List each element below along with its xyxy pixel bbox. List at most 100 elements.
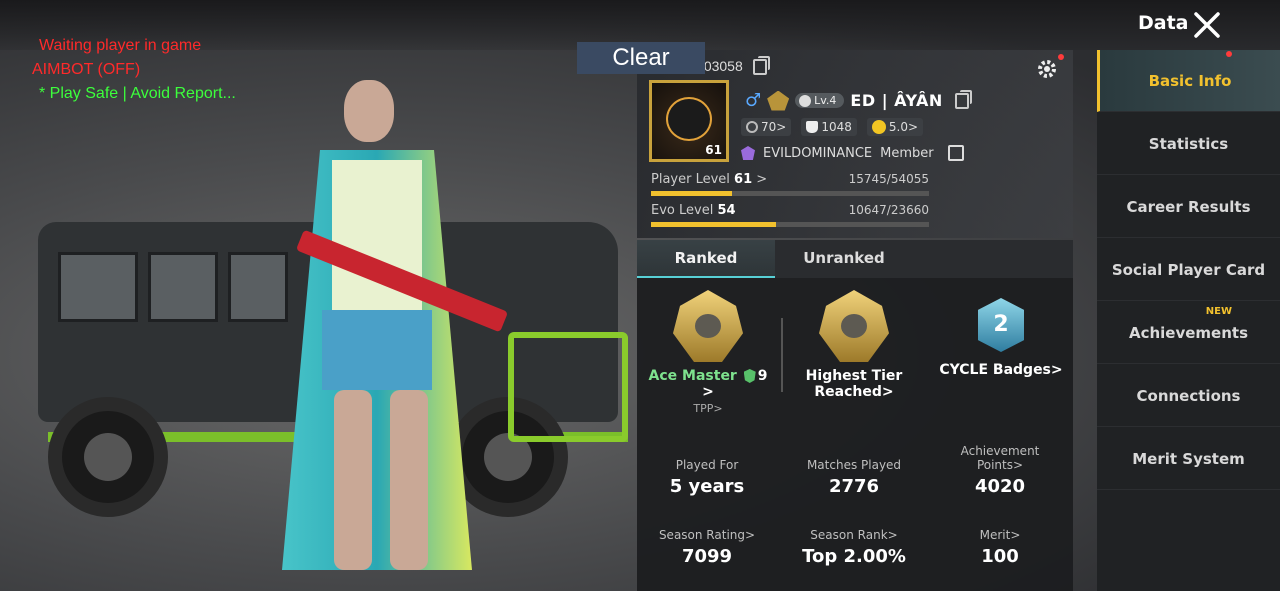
merit-label: Merit> [979, 528, 1021, 542]
smile-icon [871, 120, 886, 134]
player-name: ED | ÂYÂN [850, 91, 943, 110]
clan-row: EVILDOMINANCE Member [741, 145, 964, 161]
evo-level-label-text: Evo Level [651, 203, 714, 218]
shield-icon [743, 369, 756, 383]
highest-tier-label: Highest Tier Reached> [789, 368, 919, 400]
evo-level-fill [651, 222, 777, 227]
evo-level-value: 54 [717, 203, 736, 218]
matches-played-stat: Matches Played 2776 [784, 458, 924, 497]
new-badge: NEW [1205, 306, 1232, 317]
clan-icon [741, 146, 755, 160]
player-level-label: Player Level 61 > [651, 172, 767, 187]
jeep-window [58, 252, 138, 322]
sidebar-item-career-results[interactable]: Career Results [1097, 176, 1280, 238]
close-icon[interactable] [1192, 10, 1222, 40]
season-rank-value: Top 2.00% [802, 546, 906, 567]
character-leg [390, 390, 428, 570]
popularity-value: 70> [761, 120, 787, 134]
current-tier-label: Ace Master 9 > [643, 368, 773, 400]
likes-pill[interactable]: 1048 [801, 118, 857, 136]
clan-role: Member [880, 145, 934, 161]
achievement-points-stat[interactable]: Achievement Points> 4020 [930, 444, 1070, 497]
sidebar-item-merit-system[interactable]: Merit System [1097, 428, 1280, 490]
mode-tabs: Ranked Unranked [637, 240, 1073, 278]
thumbs-up-icon [806, 121, 819, 133]
matches-played-label: Matches Played [806, 458, 902, 472]
clear-button[interactable]: Clear [577, 42, 705, 74]
avatar-level: 61 [705, 143, 722, 157]
avatar-pumpkin [666, 97, 712, 141]
sidebar-item-achievements[interactable]: Achievements NEW [1097, 302, 1280, 364]
sidebar: Basic Info Statistics Career Results Soc… [1097, 50, 1280, 591]
ace-master-emblem [673, 290, 743, 362]
season-rating-stat[interactable]: Season Rating> 7099 [637, 528, 777, 567]
achievement-points-label-2: Points> [976, 458, 1024, 472]
played-for-stat: Played For 5 years [637, 458, 777, 497]
tab-unranked[interactable]: Unranked [775, 240, 913, 278]
sidebar-item-connections[interactable]: Connections [1097, 365, 1280, 427]
player-level-bar [651, 191, 929, 196]
evo-level-row: Evo Level 54 10647/23660 [651, 203, 929, 227]
avatar[interactable]: 61 [649, 80, 729, 162]
highest-tier-label-line1: Highest Tier [805, 368, 903, 384]
highest-tier-emblem [819, 290, 889, 362]
player-level-row[interactable]: Player Level 61 > 15745/54055 [651, 172, 929, 196]
cycle-badge-icon: 2 [978, 298, 1024, 352]
sidebar-item-achievements-label: Achievements [1128, 323, 1249, 342]
season-rank-stat[interactable]: Season Rank> Top 2.00% [784, 528, 924, 567]
player-level-fill [651, 191, 732, 196]
player-level-arrow: > [756, 172, 768, 187]
sidebar-item-basic-info[interactable]: Basic Info [1097, 50, 1280, 112]
highest-tier[interactable]: Highest Tier Reached> [789, 290, 919, 400]
copy-name-icon[interactable] [954, 89, 972, 109]
evo-level-label: Evo Level 54 [651, 203, 736, 218]
tier-mode[interactable]: TPP> [643, 402, 773, 415]
edit-icon[interactable] [947, 145, 964, 161]
sidebar-item-statistics[interactable]: Statistics [1097, 113, 1280, 175]
season-rating-value: 7099 [681, 546, 733, 567]
popularity-icon [746, 121, 758, 133]
overlay-warning: * Play Safe | Avoid Report... [39, 85, 236, 102]
achievement-points-label-1: Achievement [960, 444, 1040, 458]
character-leg [334, 390, 372, 570]
player-xp: 15745/54055 [848, 172, 929, 186]
merit-value: 100 [981, 546, 1019, 567]
cycle-badges[interactable]: 2 CYCLE Badges> [933, 290, 1069, 378]
character-shorts [322, 310, 432, 390]
season-rating-label: Season Rating> [658, 528, 756, 542]
clan-name[interactable]: EVILDOMINANCE [763, 146, 872, 161]
level-badge[interactable]: Lv.4 [795, 93, 845, 108]
gear-icon[interactable] [1035, 57, 1059, 81]
page-title: Data [1138, 12, 1189, 34]
copy-icon[interactable] [752, 56, 770, 76]
merit-stat[interactable]: Merit> 100 [930, 528, 1070, 567]
sidebar-notification-dot [1226, 51, 1232, 57]
highest-tier-label-line2: Reached> [814, 384, 894, 400]
popularity-pill[interactable]: 70> [741, 118, 792, 136]
crest-icon[interactable] [767, 90, 790, 111]
profile-header: ID:5236703058 61 ♂ Lv.4 ED | ÂYÂN 70> 10… [637, 50, 1073, 238]
level-badge-icon [799, 94, 812, 107]
name-row: ♂ Lv.4 ED | ÂYÂN [745, 89, 972, 111]
matches-played-value: 2776 [828, 476, 880, 497]
sidebar-item-social-player-card[interactable]: Social Player Card [1097, 239, 1280, 301]
notification-dot [1058, 54, 1064, 60]
likes-value: 1048 [821, 120, 852, 134]
player-character[interactable] [262, 80, 509, 580]
current-tier[interactable]: Ace Master 9 > TPP> [643, 290, 773, 415]
character-head [344, 80, 394, 142]
male-icon: ♂ [745, 90, 762, 111]
rating-value: 5.0> [888, 120, 919, 134]
evo-xp: 10647/23660 [848, 203, 929, 217]
jeep-bumper [508, 332, 628, 442]
tier-divider [781, 318, 783, 392]
achievement-points-value: 4020 [974, 476, 1026, 497]
current-tier-name: Ace Master [648, 368, 737, 384]
tab-ranked[interactable]: Ranked [637, 240, 775, 278]
cycle-badges-label: CYCLE Badges> [939, 362, 1063, 378]
overlay-status: Waiting player in game [39, 37, 202, 54]
rating-pill[interactable]: 5.0> [866, 118, 924, 136]
player-level-value: 61 [734, 172, 753, 187]
season-rank-label: Season Rank> [810, 528, 898, 542]
evo-level-bar [651, 222, 929, 227]
